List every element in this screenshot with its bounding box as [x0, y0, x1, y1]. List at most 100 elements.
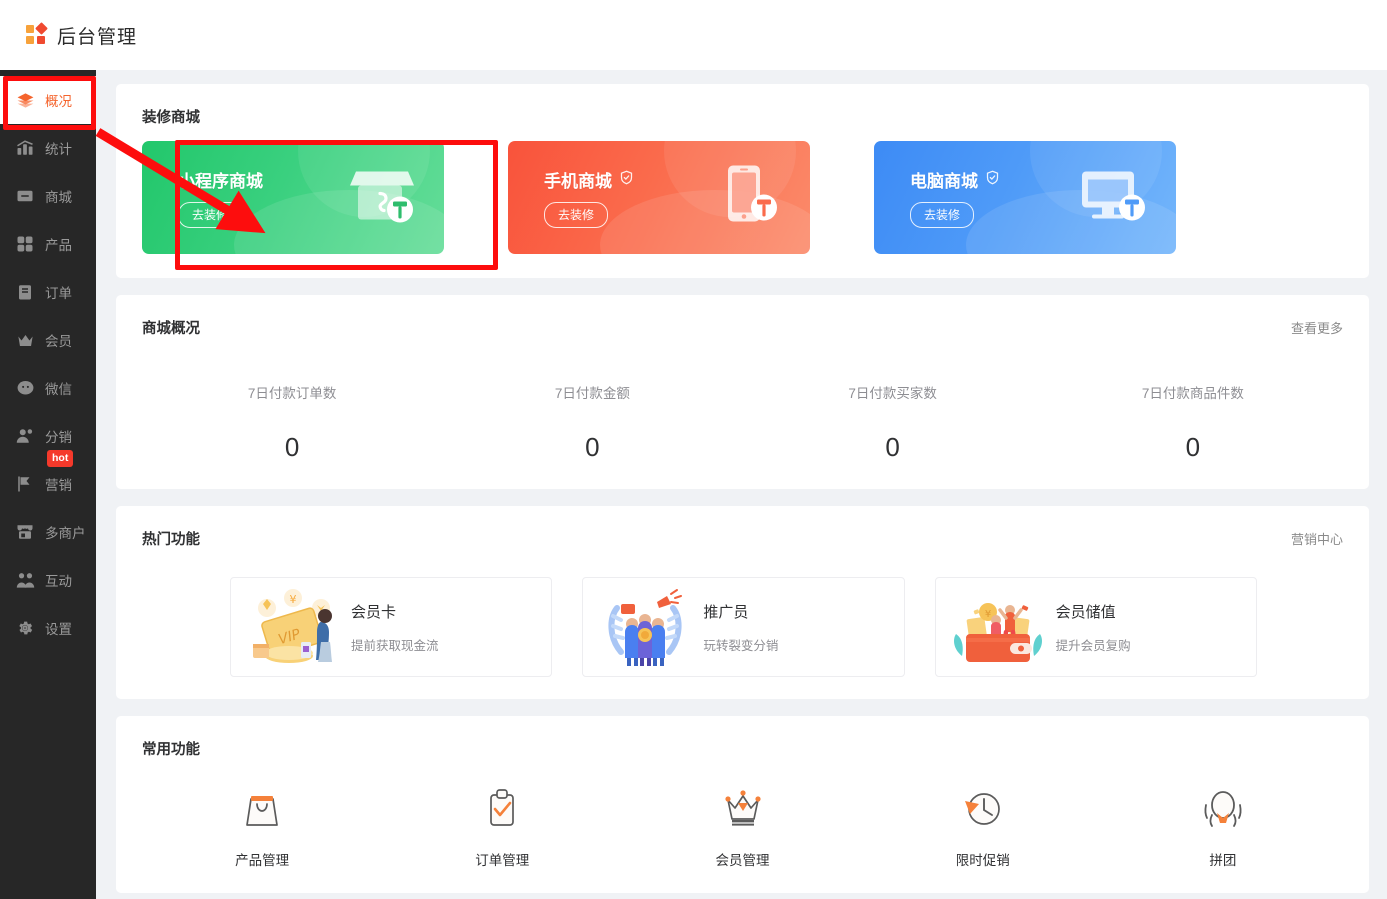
status-badge: hot [47, 450, 73, 467]
decorate-mall-panel: 装修商城 小程序商城 去装修 [116, 84, 1369, 278]
feature-name: 推广员 [703, 601, 778, 622]
stat-value: 0 [142, 432, 442, 463]
panel-header: 热门功能 营销中心 [142, 528, 1343, 549]
shield-check-icon [985, 170, 1000, 190]
sidebar-item-statistics[interactable]: 统计 [0, 124, 96, 172]
bar-chart-icon [15, 138, 35, 158]
stat-cell: 7日付款商品件数 0 [1043, 382, 1343, 463]
sidebar: 概况 统计 商城 [0, 70, 96, 899]
mobile-mall-card[interactable]: 手机商城 去装修 [508, 141, 810, 254]
sidebar-item-wechat[interactable]: 微信 [0, 364, 96, 412]
sidebar-item-interaction[interactable]: 互动 [0, 556, 96, 604]
card-title: 电脑商城 [910, 167, 978, 192]
feature-desc: 玩转裂变分销 [703, 635, 778, 654]
feature-name: 会员卡 [351, 601, 439, 622]
shield-check-icon [619, 170, 634, 190]
decorate-card-slot: 小程序商城 去装修 [142, 141, 444, 254]
grid-diamond-logo-icon [26, 24, 48, 46]
sidebar-item-label: 会员 [45, 330, 72, 350]
stat-value: 0 [743, 432, 1043, 463]
decorate-card-slot: 手机商城 去装修 [508, 141, 810, 254]
stat-label: 7日付款订单数 [142, 382, 442, 402]
decorate-card-row: 小程序商城 去装修 [142, 141, 1343, 254]
sidebar-item-label: 多商户 [45, 522, 86, 542]
function-label: 产品管理 [235, 849, 289, 869]
function-row: 产品管理 订单管理 [142, 785, 1343, 869]
flag-icon [15, 474, 35, 494]
card-title: 小程序商城 [178, 167, 263, 192]
app-title: 后台管理 [57, 22, 137, 49]
two-users-icon [15, 570, 35, 590]
panel-header: 装修商城 [142, 106, 1343, 127]
panel-title: 常用功能 [142, 738, 200, 759]
feature-desc: 提升会员复购 [1056, 635, 1131, 654]
app-header: 后台管理 [0, 0, 1387, 70]
sidebar-item-order[interactable]: 订单 [0, 268, 96, 316]
sidebar-item-settings[interactable]: 设置 [0, 604, 96, 652]
shopping-bag-icon [239, 785, 285, 831]
grid-four-icon [15, 234, 35, 254]
marketing-center-link[interactable]: 营销中心 [1291, 529, 1343, 548]
stat-label: 7日付款买家数 [743, 382, 1043, 402]
group-buy-icon [1200, 785, 1246, 831]
function-flash-sale[interactable]: 限时促销 [863, 785, 1103, 869]
stat-value: 0 [1043, 432, 1343, 463]
desktop-monitor-paint-roller-icon [1080, 165, 1146, 230]
function-product-management[interactable]: 产品管理 [142, 785, 382, 869]
sidebar-item-label: 互动 [45, 570, 72, 590]
sidebar-item-mall[interactable]: 商城 [0, 172, 96, 220]
sidebar-item-label: 设置 [45, 618, 72, 638]
wechat-icon [15, 378, 35, 398]
sidebar-item-member[interactable]: 会员 [0, 316, 96, 364]
feature-desc: 提前获取现金流 [351, 635, 439, 654]
promoters-celebration-illustration [597, 588, 693, 666]
feature-text: 会员储值 提升会员复购 [1056, 601, 1131, 654]
sidebar-item-marketing[interactable]: hot 营销 [0, 460, 96, 508]
decorate-button[interactable]: 去装修 [544, 202, 608, 228]
feature-card-member-recharge[interactable]: ¥ [935, 577, 1257, 677]
feature-text: 推广员 玩转裂变分销 [703, 601, 778, 654]
mall-overview-panel: 商城概况 查看更多 7日付款订单数 0 7日付款金额 0 7日付款买家数 0 7… [116, 295, 1369, 489]
hot-features-panel: 热门功能 营销中心 ¥ VIP [116, 506, 1369, 699]
panel-title: 商城概况 [142, 317, 200, 338]
sidebar-item-overview[interactable]: 概况 [0, 76, 96, 124]
decorate-card-slot: 电脑商城 去装修 [874, 141, 1176, 254]
feature-name: 会员储值 [1056, 601, 1131, 622]
function-member-management[interactable]: 会员管理 [622, 785, 862, 869]
svg-text:¥: ¥ [290, 593, 297, 606]
mini-program-mall-card[interactable]: 小程序商城 去装修 [142, 141, 444, 254]
function-order-management[interactable]: 订单管理 [382, 785, 622, 869]
view-more-link[interactable]: 查看更多 [1291, 318, 1343, 337]
wallet-savings-illustration: ¥ [950, 588, 1046, 666]
function-label: 拼团 [1209, 849, 1236, 869]
layers-icon [15, 90, 35, 110]
inbox-store-icon [15, 186, 35, 206]
panel-header: 常用功能 [142, 738, 1343, 759]
sidebar-item-label: 统计 [45, 138, 72, 158]
crown-icon [720, 785, 766, 831]
function-label: 会员管理 [716, 849, 770, 869]
feature-text: 会员卡 提前获取现金流 [351, 601, 439, 654]
feature-card-promoter[interactable]: 推广员 玩转裂变分销 [582, 577, 904, 677]
crown-icon [15, 330, 35, 350]
stat-cell: 7日付款金额 0 [442, 382, 742, 463]
sidebar-item-multi-merchant[interactable]: 多商户 [0, 508, 96, 556]
card-title-row: 小程序商城 [178, 167, 263, 192]
clipboard-icon [15, 282, 35, 302]
user-plus-icon [15, 426, 35, 446]
desktop-mall-card[interactable]: 电脑商城 去装修 [874, 141, 1176, 254]
sidebar-item-product[interactable]: 产品 [0, 220, 96, 268]
stat-value: 0 [442, 432, 742, 463]
function-group-buy[interactable]: 拼团 [1103, 785, 1343, 869]
common-functions-panel: 常用功能 产品管理 [116, 716, 1369, 893]
decorate-button[interactable]: 去装修 [178, 202, 242, 228]
stat-cell: 7日付款买家数 0 [743, 382, 1043, 463]
decorate-button[interactable]: 去装修 [910, 202, 974, 228]
feature-card-membership[interactable]: ¥ VIP [230, 577, 552, 677]
stat-label: 7日付款商品件数 [1043, 382, 1343, 402]
sidebar-item-label: 微信 [45, 378, 72, 398]
function-label: 订单管理 [475, 849, 529, 869]
svg-text:¥: ¥ [984, 609, 990, 620]
clipboard-check-icon [479, 785, 525, 831]
clock-back-icon [960, 785, 1006, 831]
